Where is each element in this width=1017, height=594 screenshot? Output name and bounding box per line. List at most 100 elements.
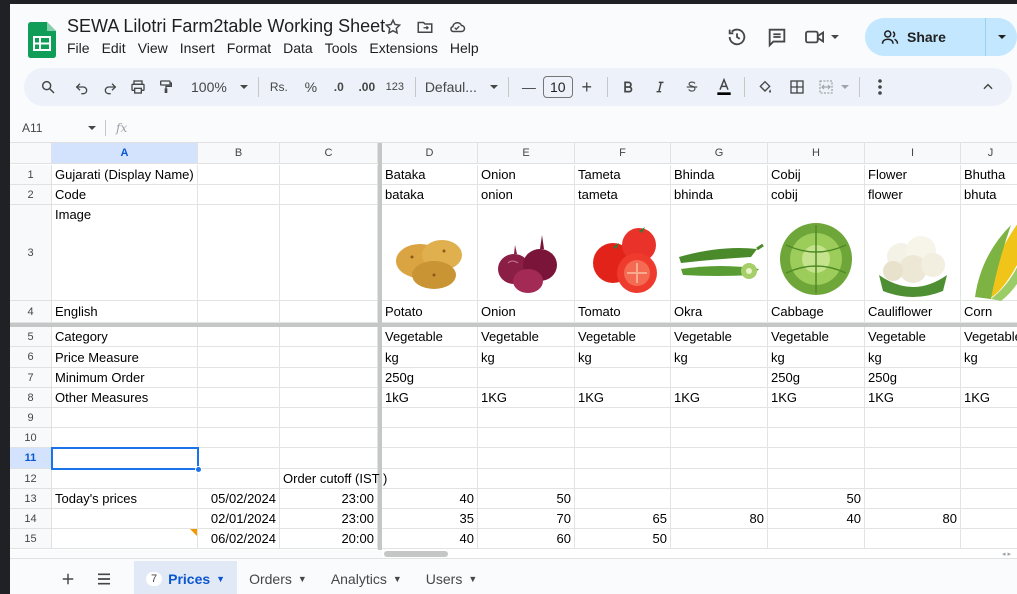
cell[interactable] [382, 408, 478, 428]
menu-data[interactable]: Data [283, 40, 319, 56]
cell[interactable] [478, 448, 575, 469]
cell[interactable] [280, 327, 378, 347]
cell[interactable]: 23:00 [280, 509, 378, 529]
scrollbar-thumb[interactable] [384, 551, 448, 557]
cell[interactable]: 250g [865, 368, 961, 388]
cell[interactable] [961, 448, 1017, 469]
menu-edit[interactable]: Edit [102, 40, 132, 56]
cell[interactable]: Order cutoff (IST ) [280, 469, 387, 489]
cell[interactable] [671, 469, 768, 489]
note-indicator[interactable] [190, 529, 197, 536]
share-button[interactable]: Share [865, 18, 985, 56]
font-size-input[interactable]: 10 [542, 76, 573, 98]
column-header-j[interactable]: J [961, 143, 1017, 164]
column-header-h[interactable]: H [768, 143, 865, 164]
cell[interactable]: 02/01/2024 [198, 509, 280, 529]
cell[interactable]: 80 [671, 509, 768, 529]
fill-color-icon[interactable] [751, 73, 779, 101]
cell[interactable] [575, 368, 671, 388]
cell[interactable]: Flower [865, 165, 961, 185]
text-color-button[interactable] [710, 73, 738, 101]
frozen-row-divider[interactable] [10, 323, 1017, 327]
decrease-decimal-button[interactable]: .0 [325, 73, 353, 101]
cell[interactable] [52, 408, 198, 428]
cell[interactable]: kg [768, 347, 865, 368]
cell[interactable]: Today's prices [52, 489, 198, 509]
row-header-11[interactable]: 11 [10, 448, 52, 469]
cell[interactable]: Vegetable [478, 327, 575, 347]
cell[interactable] [575, 428, 671, 448]
cell[interactable]: 20:00 [280, 529, 378, 549]
row-header-6[interactable]: 6 [10, 347, 52, 368]
cell[interactable] [52, 448, 198, 469]
cell[interactable] [961, 408, 1017, 428]
cell[interactable] [575, 469, 671, 489]
cell[interactable] [52, 428, 198, 448]
menu-file[interactable]: File [67, 40, 96, 56]
cell[interactable] [52, 529, 198, 549]
name-box[interactable]: A11 [10, 121, 105, 135]
cell[interactable]: Potato [382, 301, 478, 323]
cell[interactable]: flower [865, 185, 961, 205]
percent-format-button[interactable]: % [297, 73, 325, 101]
column-header-g[interactable]: G [671, 143, 768, 164]
number-format-button[interactable]: 123 [381, 73, 409, 101]
merge-cells-icon[interactable] [815, 73, 853, 101]
tab-prices[interactable]: 7 Prices ▼ [134, 560, 238, 594]
cell[interactable]: Vegetable [382, 327, 478, 347]
row-header-13[interactable]: 13 [10, 489, 52, 509]
cell[interactable] [280, 388, 378, 408]
cell[interactable]: 50 [478, 489, 575, 509]
row-header-7[interactable]: 7 [10, 368, 52, 388]
cell[interactable]: bhuta [961, 185, 1017, 205]
redo-icon[interactable] [96, 73, 124, 101]
cell[interactable] [280, 185, 378, 205]
cell[interactable]: Bhinda [671, 165, 768, 185]
cell[interactable]: 40 [768, 509, 865, 529]
cell[interactable] [768, 529, 865, 549]
cell[interactable]: 80 [865, 509, 961, 529]
fill-handle[interactable] [195, 466, 202, 473]
row-header-5[interactable]: 5 [10, 327, 52, 347]
cell[interactable] [671, 448, 768, 469]
cell[interactable] [865, 448, 961, 469]
cell[interactable]: 40 [382, 529, 478, 549]
cell[interactable]: Cauliflower [865, 301, 961, 323]
cell[interactable] [198, 448, 280, 469]
cell[interactable] [280, 205, 378, 301]
version-history-icon[interactable] [717, 19, 757, 55]
cloud-status-icon[interactable] [446, 16, 468, 38]
cell[interactable] [198, 185, 280, 205]
row-header-8[interactable]: 8 [10, 388, 52, 408]
cell[interactable]: tameta [575, 185, 671, 205]
column-header-i[interactable]: I [865, 143, 961, 164]
cell[interactable]: 05/02/2024 [198, 489, 280, 509]
cell[interactable]: 1KG [478, 388, 575, 408]
print-icon[interactable] [124, 73, 152, 101]
cell[interactable] [961, 509, 1017, 529]
cell[interactable]: Vegetable [865, 327, 961, 347]
cell[interactable]: 70 [478, 509, 575, 529]
cell[interactable]: 1KG [961, 388, 1017, 408]
cell[interactable] [280, 347, 378, 368]
font-select[interactable]: Defaul... [422, 73, 502, 101]
cell[interactable] [382, 448, 478, 469]
menu-help[interactable]: Help [450, 40, 485, 56]
cell[interactable] [198, 388, 280, 408]
cell[interactable]: 250g [768, 368, 865, 388]
document-title[interactable]: SEWA Lilotri Farm2table Working Sheet [67, 16, 385, 37]
cell[interactable]: onion [478, 185, 575, 205]
cell[interactable] [280, 165, 378, 185]
cell[interactable] [198, 301, 280, 323]
font-size-decrease-button[interactable]: — [515, 73, 543, 101]
column-header-a[interactable]: A [52, 143, 198, 164]
menu-tools[interactable]: Tools [325, 40, 364, 56]
cell[interactable] [280, 301, 378, 323]
font-size-increase-button[interactable]: + [573, 73, 601, 101]
menu-insert[interactable]: Insert [180, 40, 221, 56]
cell[interactable] [865, 428, 961, 448]
more-options-icon[interactable] [866, 73, 894, 101]
cell[interactable] [280, 368, 378, 388]
cell[interactable]: Category [52, 327, 198, 347]
star-icon[interactable] [382, 16, 404, 38]
